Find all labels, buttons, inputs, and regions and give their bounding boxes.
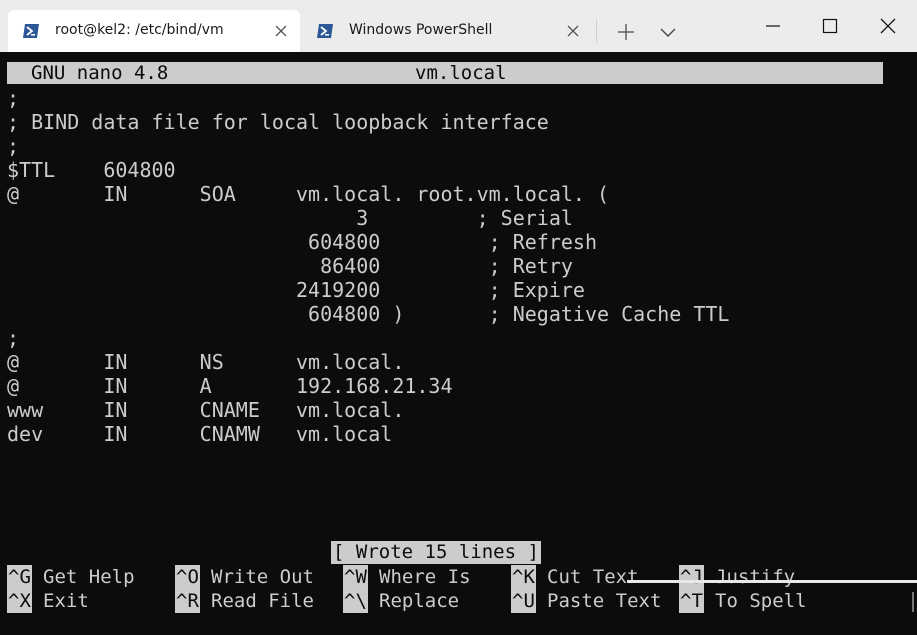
file-line: 86400 ; Retry	[7, 254, 573, 278]
chevron-down-icon[interactable]	[658, 22, 678, 42]
plus-icon[interactable]	[616, 22, 636, 42]
tab-separator	[596, 19, 597, 43]
shortcut-key: ^\	[343, 589, 368, 613]
shortcut-label: Replace	[379, 590, 460, 612]
shortcut-label: Get Help	[43, 566, 135, 588]
powershell-icon	[317, 24, 333, 38]
powershell-icon	[23, 24, 39, 38]
nano-version: GNU nano 4.8	[31, 62, 169, 84]
file-line: 3 ; Serial	[7, 206, 573, 230]
tab-title: Windows PowerShell	[349, 22, 493, 38]
shortcut-label: Cut Text	[547, 566, 639, 588]
minimize-icon[interactable]	[760, 13, 786, 39]
file-line: @ IN NS vm.local.	[7, 350, 405, 374]
file-line: $TTL 604800	[7, 158, 176, 182]
shortcut-key: ^J	[679, 565, 704, 589]
window-bottom-edge	[627, 580, 917, 583]
tab-title: root@kel2: /etc/bind/vm	[55, 22, 224, 38]
tab-windows-powershell[interactable]: Windows PowerShell	[308, 10, 594, 52]
status-message: [ Wrote 15 lines ]	[331, 541, 541, 564]
shortcut-label: Justify	[715, 566, 796, 588]
file-line: 2419200 ; Expire	[7, 278, 585, 302]
file-line: @ IN A 192.168.21.34	[7, 374, 453, 398]
shortcut-key: ^T	[679, 589, 704, 613]
close-tab-icon[interactable]	[566, 24, 580, 38]
terminal-content[interactable]: GNU nano 4.8 vm.local ;; BIND data file …	[0, 52, 917, 635]
scrollbar[interactable]	[912, 592, 914, 612]
file-line: ;	[7, 326, 20, 350]
shortcut-label: To Spell	[715, 590, 807, 612]
shortcut-label: Write Out	[211, 566, 314, 588]
shortcut-key: ^R	[175, 589, 200, 613]
file-line: ;	[7, 86, 20, 110]
shortcut-label: Exit	[43, 590, 89, 612]
file-line: dev IN CNAMW vm.local	[7, 422, 393, 446]
file-line: @ IN SOA vm.local. root.vm.local. (	[7, 182, 610, 206]
file-line: ; BIND data file for local loopback inte…	[7, 110, 549, 134]
nano-filename: vm.local	[415, 62, 507, 84]
tab-root-kel2[interactable]: root@kel2: /etc/bind/vm	[8, 10, 300, 52]
title-bar: root@kel2: /etc/bind/vm Windows PowerShe…	[0, 0, 917, 52]
file-line: 604800 ; Refresh	[7, 230, 598, 254]
file-line: ;	[7, 134, 20, 158]
shortcut-label: Paste Text	[547, 590, 662, 612]
close-icon[interactable]	[875, 13, 901, 39]
shortcut-key: ^U	[511, 589, 536, 613]
shortcut-label: Read File	[211, 590, 314, 612]
file-line: 604800 ) ; Negative Cache TTL	[7, 302, 730, 326]
shortcut-key: ^K	[511, 565, 536, 589]
shortcut-key: ^W	[343, 565, 368, 589]
close-tab-icon[interactable]	[274, 24, 288, 38]
shortcut-label: Where Is	[379, 566, 471, 588]
shortcut-key: ^G	[7, 565, 32, 589]
shortcut-key: ^X	[7, 589, 32, 613]
file-line: www IN CNAME vm.local.	[7, 398, 405, 422]
maximize-icon[interactable]	[817, 13, 843, 39]
shortcut-key: ^O	[175, 565, 200, 589]
